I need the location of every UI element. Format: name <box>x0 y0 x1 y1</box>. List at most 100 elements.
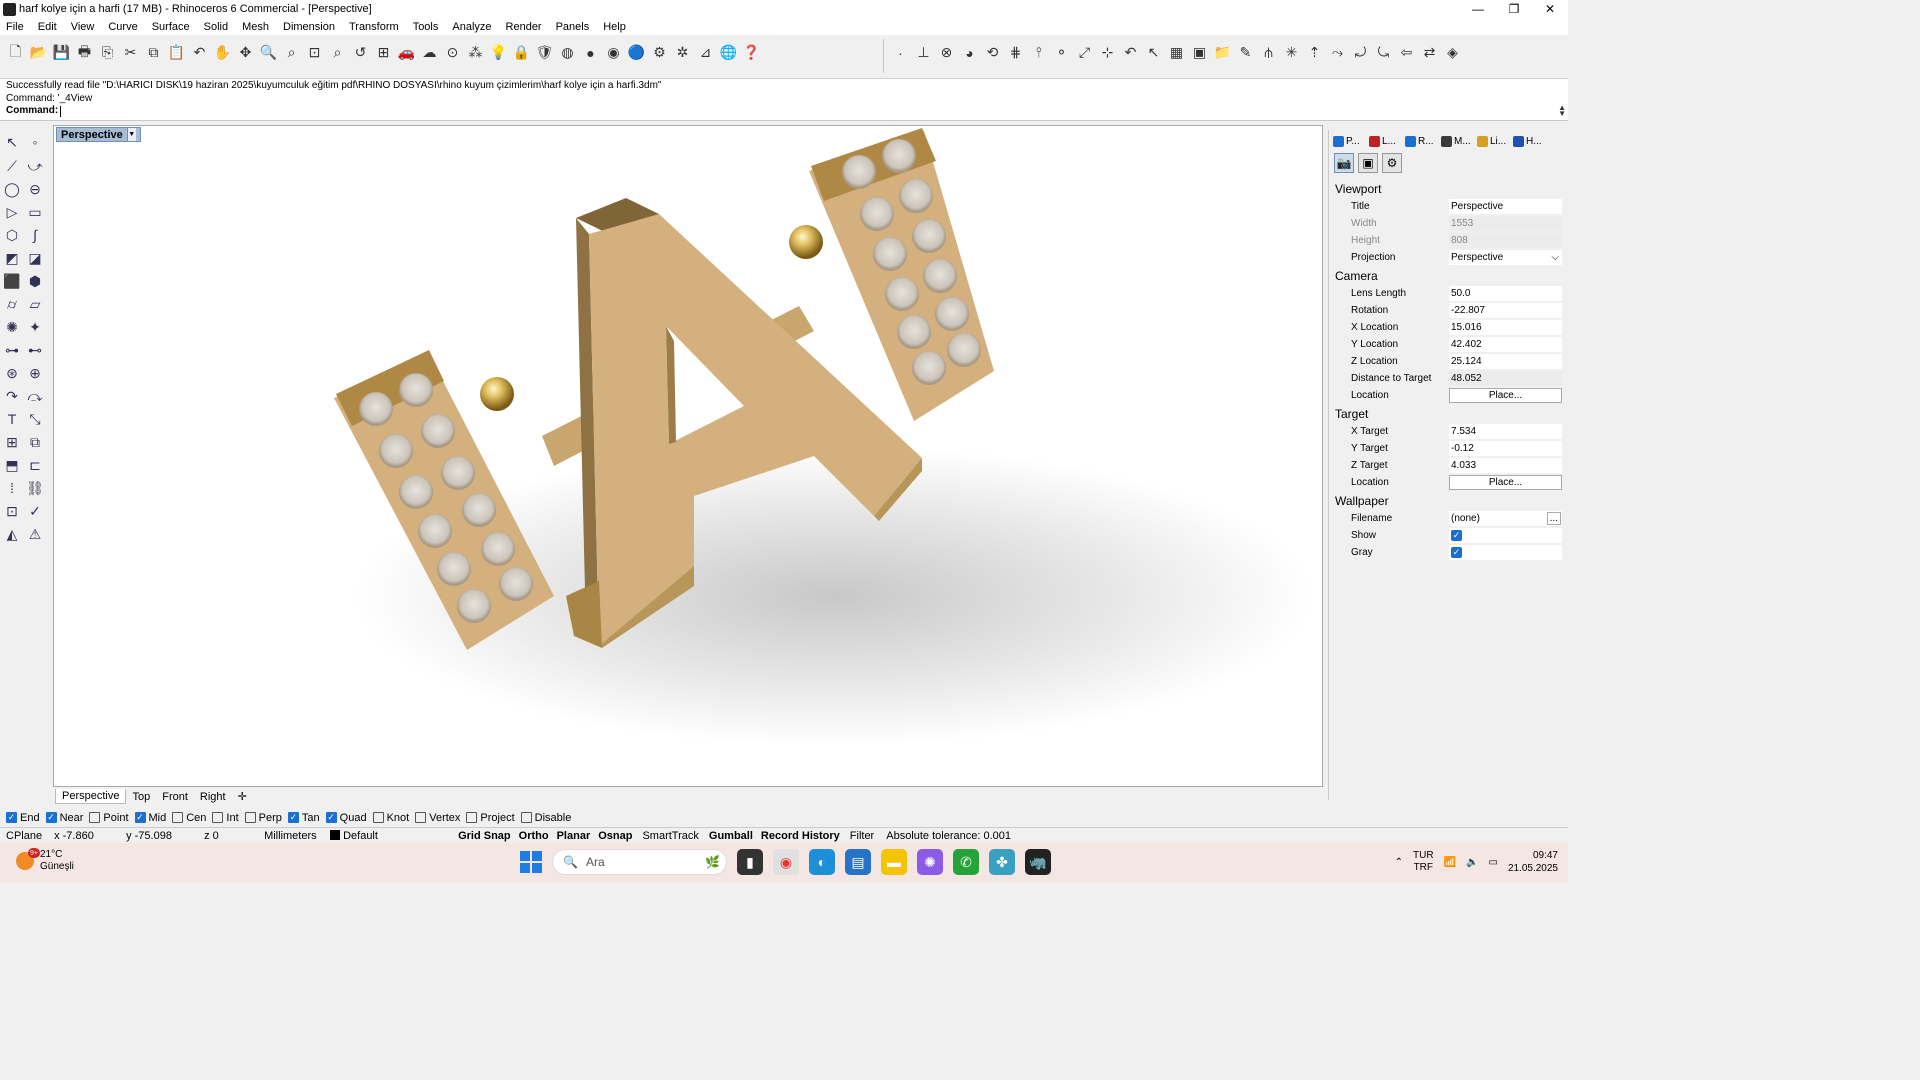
place-camera-button[interactable]: Place... <box>1449 388 1562 403</box>
osnap-vertex[interactable]: Vertex <box>415 812 460 824</box>
menu-edit[interactable]: Edit <box>38 21 57 33</box>
projection-select[interactable]: Perspective ⌵ <box>1449 249 1562 266</box>
table-tool-icon[interactable]: ▦ <box>1165 41 1188 64</box>
export-icon[interactable]: ⎘ <box>96 41 119 64</box>
osnap-checkbox[interactable]: ✓ <box>134 812 146 823</box>
file-explorer-icon[interactable]: ▬ <box>881 849 907 875</box>
x-target-field[interactable]: 7.534 <box>1449 423 1562 440</box>
y-target-field[interactable]: -0.12 <box>1449 440 1562 457</box>
chrome-icon[interactable]: ◉ <box>773 849 799 875</box>
new-file-icon[interactable]: 🗋 <box>4 41 27 64</box>
title-field[interactable]: Perspective <box>1449 198 1562 215</box>
filter-toggle[interactable]: Filter <box>844 830 880 842</box>
tab-right[interactable]: Right <box>194 790 232 804</box>
command-scroll-arrows[interactable]: ▲ ▼ <box>1558 104 1566 118</box>
transform-tool-icon[interactable]: ⊹ <box>1096 41 1119 64</box>
osnap-knot[interactable]: Knot <box>372 812 409 824</box>
cut-icon[interactable]: ✂ <box>119 41 142 64</box>
folder-tool-icon[interactable]: 📁 <box>1211 41 1234 64</box>
menu-tools[interactable]: Tools <box>413 21 439 33</box>
undo-tool-icon[interactable]: ↶ <box>1119 41 1142 64</box>
pin-tool-icon[interactable]: ⫛ <box>1257 41 1280 64</box>
cplane-label[interactable]: CPlane <box>0 830 48 842</box>
sphere-tool-icon[interactable]: ◕ <box>958 41 981 64</box>
close-button[interactable]: ✕ <box>1532 0 1568 18</box>
gem-tool-icon[interactable]: ◈ <box>1441 41 1464 64</box>
osnap-toggle[interactable]: Osnap <box>594 830 636 842</box>
keyboard-label[interactable]: TRF <box>1414 862 1433 873</box>
store-icon[interactable]: ▤ <box>845 849 871 875</box>
start-button[interactable] <box>520 851 542 873</box>
gray-checkbox[interactable]: ✓ <box>1451 546 1462 558</box>
rotate-tool-icon[interactable]: ⟲ <box>981 41 1004 64</box>
twist-tool-icon[interactable]: ⤾ <box>1349 41 1372 64</box>
osnap-disable[interactable]: Disable <box>520 812 571 824</box>
grid-array-icon[interactable]: ⁞ <box>2 478 22 498</box>
rotation-field[interactable]: -22.807 <box>1449 302 1562 319</box>
z-location-field[interactable]: 25.124 <box>1449 353 1562 370</box>
tab-render[interactable]: R... <box>1405 135 1441 147</box>
volume-icon[interactable]: 🔈 <box>1466 857 1478 868</box>
select-points-icon[interactable]: ⁂ <box>464 41 487 64</box>
z-target-field[interactable]: 4.033 <box>1449 457 1562 474</box>
zoom-extents-icon[interactable]: ⊡ <box>303 41 326 64</box>
osnap-checkbox[interactable] <box>89 812 101 823</box>
render-icon[interactable]: 🔵 <box>625 41 648 64</box>
polyline-icon[interactable]: ⟋ <box>2 156 22 176</box>
chevron-up-icon[interactable]: ⌃ <box>1395 857 1403 868</box>
osnap-checkbox[interactable] <box>372 812 384 823</box>
gumball-toggle[interactable]: Gumball <box>705 830 757 842</box>
view-frame-icon[interactable]: ▣ <box>1358 153 1378 173</box>
paste-icon[interactable]: 📋 <box>165 41 188 64</box>
clock[interactable]: 09:47 21.05.2025 <box>1508 849 1558 875</box>
bend-icon[interactable]: ⤼ <box>25 386 45 406</box>
menu-transform[interactable]: Transform <box>349 21 399 33</box>
circle-icon[interactable]: ◯ <box>2 179 22 199</box>
menu-analyze[interactable]: Analyze <box>452 21 491 33</box>
menu-view[interactable]: View <box>71 21 95 33</box>
grid-snap-toggle[interactable]: Grid Snap <box>454 830 515 842</box>
menu-curve[interactable]: Curve <box>108 21 137 33</box>
osnap-project[interactable]: Project <box>466 812 515 824</box>
star-tool-icon[interactable]: ✳ <box>1280 41 1303 64</box>
open-file-icon[interactable]: 📂 <box>27 41 50 64</box>
save-icon[interactable]: 💾 <box>50 41 73 64</box>
cylinder-icon[interactable]: ⌭ <box>2 294 22 314</box>
rotate-view-icon[interactable]: ✥ <box>234 41 257 64</box>
scale-tool-icon[interactable]: ⤢ <box>1073 41 1096 64</box>
camera-icon[interactable]: 📷 <box>1334 153 1354 173</box>
tab-properties[interactable]: P... <box>1333 135 1369 147</box>
plane-icon[interactable]: ▱ <box>25 294 45 314</box>
rectangle-icon[interactable]: ▭ <box>25 202 45 222</box>
menu-panels[interactable]: Panels <box>556 21 590 33</box>
check-icon[interactable]: ✓ <box>25 501 45 521</box>
cursor-tool-icon[interactable]: ⇡ <box>1303 41 1326 64</box>
osnap-mid[interactable]: ✓ Mid <box>134 812 166 824</box>
osnap-point[interactable]: Point <box>89 812 129 824</box>
tab-layers[interactable]: L... <box>1369 135 1405 147</box>
cplane-icon[interactable]: ⊙ <box>441 41 464 64</box>
point-icon[interactable]: ◦ <box>25 132 45 152</box>
axis-tool-icon[interactable]: ⊥ <box>912 41 935 64</box>
smarttrack-toggle[interactable]: SmartTrack <box>636 830 704 842</box>
tab-perspective[interactable]: Perspective <box>55 789 127 804</box>
ortho-toggle[interactable]: Ortho <box>515 830 553 842</box>
osnap-checkbox[interactable]: ✓ <box>45 812 57 823</box>
node-tool-icon[interactable]: ⚬ <box>1050 41 1073 64</box>
rhino-taskbar-icon[interactable]: 🦏 <box>1025 849 1051 875</box>
polygon-icon[interactable]: ⬡ <box>2 225 22 245</box>
dimension-icon[interactable]: ⤡ <box>25 409 45 429</box>
move-icon[interactable]: ⊶ <box>2 340 22 360</box>
ruler-icon[interactable]: ⊏ <box>25 455 45 475</box>
tab-top[interactable]: Top <box>126 790 156 804</box>
wifi-icon[interactable]: 📶 <box>1444 857 1456 868</box>
extrude-icon[interactable]: ⬒ <box>2 455 22 475</box>
light-icon[interactable]: 💡 <box>487 41 510 64</box>
help-icon[interactable]: ❓ <box>740 41 763 64</box>
arrow-tool-icon[interactable]: ⇦ <box>1395 41 1418 64</box>
osnap-perp[interactable]: Perp <box>244 812 282 824</box>
command-prompt[interactable]: Command: <box>6 105 1562 118</box>
solid-union-icon[interactable]: ⬢ <box>25 271 45 291</box>
osnap-cen[interactable]: Cen <box>172 812 206 824</box>
text-icon[interactable]: T <box>2 409 22 429</box>
